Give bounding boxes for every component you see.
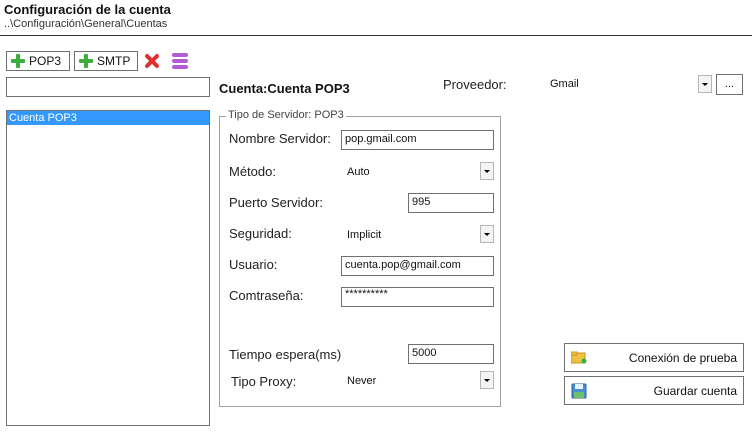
test-connection-label: Conexión de prueba — [628, 350, 737, 365]
save-disk-icon — [571, 383, 587, 398]
provider-label: Proveedor: — [443, 77, 507, 92]
security-select[interactable]: Implicit — [347, 229, 381, 241]
chevron-down-icon — [484, 169, 490, 173]
server-host-label: Nombre Servidor: — [229, 131, 331, 146]
folder-connection-icon — [571, 351, 587, 363]
security-dropdown[interactable] — [480, 225, 494, 243]
save-account-button[interactable]: Guardar cuenta — [564, 376, 744, 405]
method-label: Método: — [229, 164, 276, 179]
user-input[interactable]: cuenta.pop@gmail.com — [341, 256, 494, 276]
method-dropdown[interactable] — [480, 162, 494, 180]
password-input[interactable]: ********** — [341, 287, 494, 307]
password-label: Comtraseña: — [229, 288, 304, 303]
add-pop3-button[interactable]: POP3 — [6, 51, 70, 71]
provider-more-button[interactable]: ... — [716, 74, 743, 95]
chevron-down-icon — [484, 232, 490, 236]
account-name: Cuenta POP3 — [267, 81, 350, 96]
add-smtp-button[interactable]: SMTP — [74, 51, 138, 71]
security-label: Seguridad: — [229, 226, 292, 241]
account-prefix: Cuenta: — [219, 81, 268, 96]
database-icon[interactable] — [172, 53, 188, 71]
test-connection-button[interactable]: Conexión de prueba — [564, 343, 744, 372]
plus-icon — [79, 54, 93, 68]
proxy-select[interactable]: Never — [347, 375, 376, 387]
header-divider — [0, 35, 752, 36]
port-input[interactable]: 995 — [408, 193, 494, 213]
method-select[interactable]: Auto — [347, 166, 370, 178]
plus-icon — [11, 54, 25, 68]
list-item[interactable]: Cuenta POP3 — [7, 111, 209, 125]
server-host-input[interactable]: pop.gmail.com — [341, 130, 494, 150]
save-account-label: Guardar cuenta — [653, 383, 737, 398]
timeout-label: Tiempo espera(ms) — [229, 347, 342, 362]
pop3-button-label: POP3 — [29, 54, 62, 68]
timeout-input[interactable]: 5000 — [408, 344, 494, 364]
provider-select[interactable]: Gmail — [550, 78, 579, 90]
proxy-dropdown[interactable] — [480, 371, 494, 389]
page-title: Configuración de la cuenta — [4, 2, 171, 17]
port-label: Puerto Servidor: — [229, 195, 323, 210]
account-search-input[interactable] — [6, 77, 210, 97]
delete-x-icon[interactable] — [143, 52, 161, 70]
chevron-down-icon — [702, 82, 708, 86]
user-label: Usuario: — [229, 257, 278, 272]
chevron-down-icon — [484, 378, 490, 382]
proxy-label: Tipo Proxy: — [231, 374, 297, 389]
breadcrumb: ..\Configuración\General\Cuentas — [4, 18, 168, 30]
smtp-button-label: SMTP — [97, 54, 131, 68]
server-group-legend: Tipo de Servidor: POP3 — [226, 109, 346, 121]
provider-dropdown[interactable] — [698, 75, 712, 93]
account-heading: Cuenta:Cuenta POP3 — [219, 81, 350, 96]
account-list[interactable]: Cuenta POP3 — [6, 110, 210, 426]
